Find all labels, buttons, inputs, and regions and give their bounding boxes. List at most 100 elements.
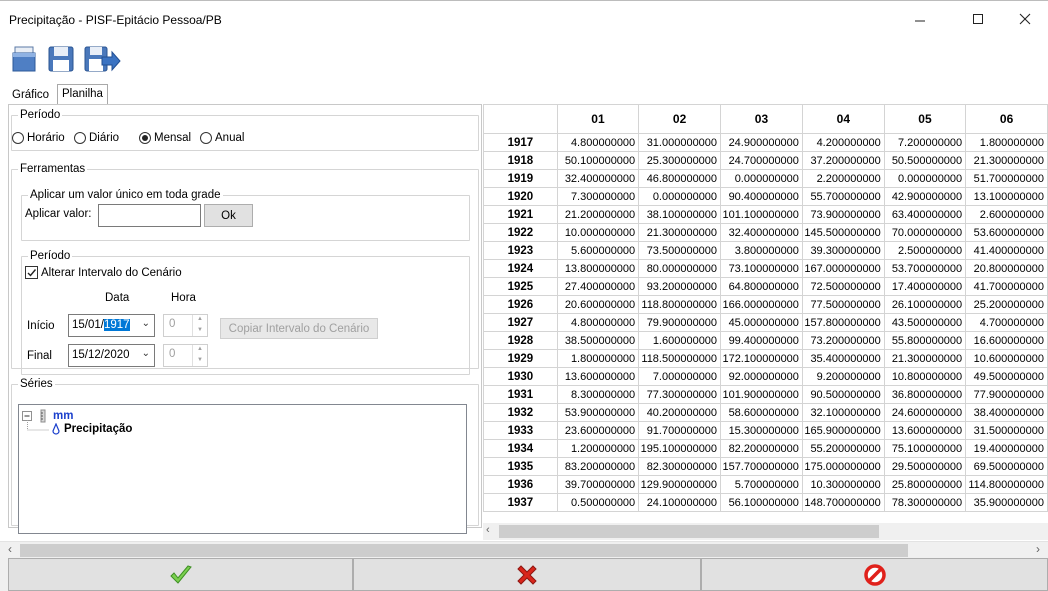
- grid-column-header[interactable]: 01: [556, 104, 640, 134]
- grid-cell[interactable]: 0.000000000: [638, 187, 722, 206]
- grid-cell[interactable]: 172.100000000: [720, 349, 803, 368]
- grid-cell[interactable]: 23.600000000: [556, 421, 640, 440]
- grid-cell[interactable]: 10.600000000: [965, 349, 1048, 368]
- delete-button[interactable]: [701, 558, 1048, 591]
- grid-cell[interactable]: 21.200000000: [556, 205, 640, 224]
- row-year-header[interactable]: 1918: [483, 151, 558, 170]
- grid-cell[interactable]: 75.100000000: [883, 439, 967, 458]
- grid-cell[interactable]: 20.800000000: [965, 259, 1048, 278]
- grid-cell[interactable]: 31.000000000: [638, 133, 722, 152]
- grid-cell[interactable]: 1.200000000: [556, 439, 640, 458]
- grid-cell[interactable]: 13.100000000: [965, 187, 1048, 206]
- grid-cell[interactable]: 25.200000000: [965, 295, 1048, 314]
- grid-cell[interactable]: 2.200000000: [801, 169, 885, 188]
- grid-cell[interactable]: 1.800000000: [965, 133, 1048, 152]
- grid-scroll-thumb[interactable]: [499, 525, 879, 538]
- grid-cell[interactable]: 21.300000000: [965, 151, 1048, 170]
- spinner-down-icon[interactable]: ▼: [193, 326, 207, 337]
- inicio-date-picker[interactable]: 15/01/1917 ⌄: [68, 314, 155, 337]
- grid-cell[interactable]: 15.300000000: [720, 421, 803, 440]
- grid-cell[interactable]: 82.200000000: [720, 439, 803, 458]
- grid-cell[interactable]: 83.200000000: [556, 457, 640, 476]
- grid-cell[interactable]: 73.200000000: [801, 331, 885, 350]
- radio-diario[interactable]: Diário: [74, 132, 119, 144]
- grid-cell[interactable]: 73.900000000: [801, 205, 885, 224]
- grid-cell[interactable]: 38.500000000: [556, 331, 640, 350]
- grid-cell[interactable]: 53.700000000: [883, 259, 967, 278]
- row-year-header[interactable]: 1929: [483, 349, 558, 368]
- grid-column-header[interactable]: 03: [720, 104, 803, 134]
- grid-cell[interactable]: 46.800000000: [638, 169, 722, 188]
- save-button[interactable]: [46, 43, 78, 75]
- grid-cell[interactable]: 157.700000000: [720, 457, 803, 476]
- grid-cell[interactable]: 0.500000000: [556, 493, 640, 512]
- grid-cell[interactable]: 1.800000000: [556, 349, 640, 368]
- grid-cell[interactable]: 99.400000000: [720, 331, 803, 350]
- radio-diario-dot[interactable]: [74, 132, 86, 144]
- grid-cell[interactable]: 64.800000000: [720, 277, 803, 296]
- grid-cell[interactable]: 0.000000000: [720, 169, 803, 188]
- grid-cell[interactable]: 4.800000000: [556, 133, 640, 152]
- grid-cell[interactable]: 17.400000000: [883, 277, 967, 296]
- series-tree[interactable]: mm Precipitação: [18, 404, 467, 534]
- open-button[interactable]: [10, 43, 42, 75]
- grid-column-header[interactable]: 02: [638, 104, 722, 134]
- grid-cell[interactable]: 195.100000000: [638, 439, 722, 458]
- grid-cell[interactable]: 101.100000000: [720, 205, 803, 224]
- ok-button[interactable]: Ok: [204, 204, 253, 227]
- grid-cell[interactable]: 101.900000000: [720, 385, 803, 404]
- grid-cell[interactable]: 20.600000000: [556, 295, 640, 314]
- grid-cell[interactable]: 129.900000000: [638, 475, 722, 494]
- grid-cell[interactable]: 10.300000000: [801, 475, 885, 494]
- row-year-header[interactable]: 1919: [483, 169, 558, 188]
- grid-cell[interactable]: 167.000000000: [801, 259, 885, 278]
- grid-cell[interactable]: 175.000000000: [801, 457, 885, 476]
- grid-cell[interactable]: 24.600000000: [883, 403, 967, 422]
- grid-cell[interactable]: 24.900000000: [720, 133, 803, 152]
- row-year-header[interactable]: 1936: [483, 475, 558, 494]
- radio-horario-dot[interactable]: [12, 132, 24, 144]
- row-year-header[interactable]: 1933: [483, 421, 558, 440]
- grid-cell[interactable]: 21.300000000: [883, 349, 967, 368]
- grid-cell[interactable]: 53.600000000: [965, 223, 1048, 242]
- grid-cell[interactable]: 51.700000000: [965, 169, 1048, 188]
- grid-cell[interactable]: 19.400000000: [965, 439, 1048, 458]
- grid-cell[interactable]: 90.400000000: [720, 187, 803, 206]
- row-year-header[interactable]: 1930: [483, 367, 558, 386]
- minimize-button[interactable]: [897, 1, 943, 37]
- grid-column-header[interactable]: 04: [801, 104, 885, 134]
- grid-cell[interactable]: 2.600000000: [965, 205, 1048, 224]
- grid-cell[interactable]: 32.400000000: [720, 223, 803, 242]
- close-button[interactable]: [1002, 1, 1048, 37]
- spinner-arrows[interactable]: ▲ ▼: [192, 345, 207, 366]
- grid-cell[interactable]: 38.100000000: [638, 205, 722, 224]
- grid-cell[interactable]: 42.900000000: [883, 187, 967, 206]
- grid-cell[interactable]: 24.100000000: [638, 493, 722, 512]
- row-year-header[interactable]: 1921: [483, 205, 558, 224]
- final-hour-spinner[interactable]: 0 ▲ ▼: [163, 344, 208, 367]
- grid-cell[interactable]: 41.700000000: [965, 277, 1048, 296]
- grid-cell[interactable]: 73.100000000: [720, 259, 803, 278]
- grid-cell[interactable]: 37.200000000: [801, 151, 885, 170]
- grid-cell[interactable]: 166.000000000: [720, 295, 803, 314]
- radio-anual[interactable]: Anual: [200, 132, 244, 144]
- grid-cell[interactable]: 93.200000000: [638, 277, 722, 296]
- grid-cell[interactable]: 56.100000000: [720, 493, 803, 512]
- main-scroll-thumb[interactable]: [20, 544, 908, 557]
- spinner-arrows[interactable]: ▲ ▼: [192, 315, 207, 336]
- spinner-up-icon[interactable]: ▲: [193, 315, 207, 326]
- row-year-header[interactable]: 1935: [483, 457, 558, 476]
- grid-cell[interactable]: 36.800000000: [883, 385, 967, 404]
- grid-cell[interactable]: 35.900000000: [965, 493, 1048, 512]
- data-grid[interactable]: 01 02 03 04 05 06 1917 4.800000000 31.000000000…: [483, 104, 1048, 524]
- grid-cell[interactable]: 7.000000000: [638, 367, 722, 386]
- grid-cell[interactable]: 5.600000000: [556, 241, 640, 260]
- grid-cell[interactable]: 21.300000000: [638, 223, 722, 242]
- row-year-header[interactable]: 1924: [483, 259, 558, 278]
- grid-cell[interactable]: 45.000000000: [720, 313, 803, 332]
- row-year-header[interactable]: 1923: [483, 241, 558, 260]
- grid-cell[interactable]: 69.500000000: [965, 457, 1048, 476]
- cancel-button[interactable]: [353, 558, 701, 591]
- grid-scrollbar[interactable]: ‹: [483, 523, 1048, 540]
- checkbox-box[interactable]: [25, 266, 38, 279]
